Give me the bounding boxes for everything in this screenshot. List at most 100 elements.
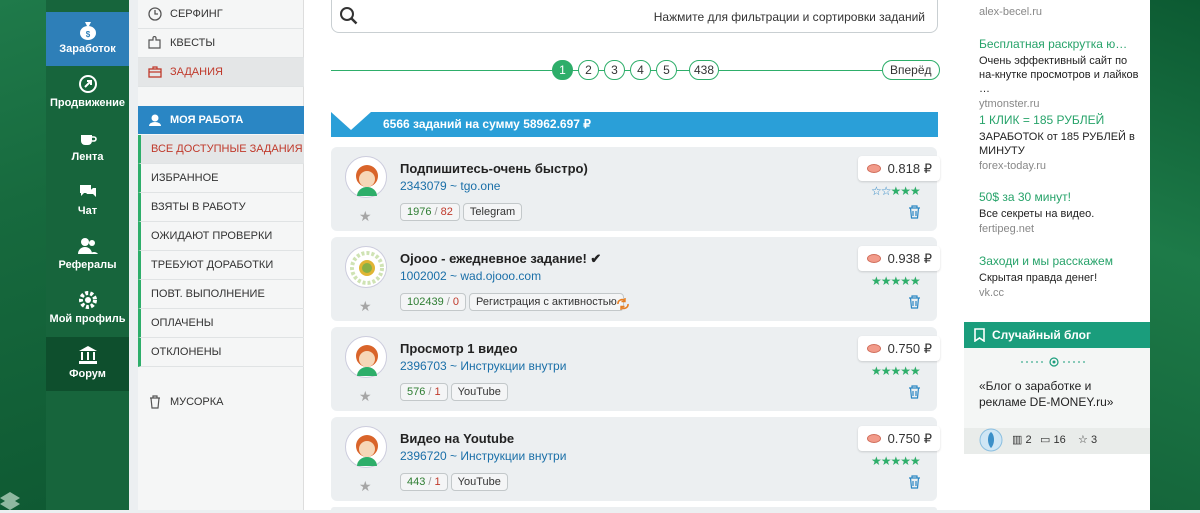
task-card[interactable]: ★ Просмотр 1 видео 2396703 ~ Инструкции … bbox=[331, 327, 940, 411]
task-card-partial bbox=[331, 507, 937, 513]
random-blog-card[interactable]: «Блог о заработке и рекламе DE-MONEY.ru» bbox=[964, 348, 1150, 428]
ad-block[interactable]: alex-becel.ru bbox=[979, 4, 1144, 18]
chat-icon bbox=[79, 185, 96, 197]
task-category: YouTube bbox=[450, 473, 508, 491]
ad-block[interactable]: 50$ за 30 минут! Все секреты на видео. f… bbox=[979, 190, 1144, 235]
menu-surfing[interactable]: СЕРФИНГ bbox=[138, 0, 304, 29]
daisy-avatar-icon bbox=[350, 251, 384, 285]
repeat-icon bbox=[617, 298, 629, 310]
my-work-header[interactable]: МОЯ РАБОТА bbox=[138, 106, 304, 134]
ad-url[interactable]: alex-becel.ru bbox=[979, 6, 1144, 18]
task-price: 0.938 ₽ bbox=[858, 246, 940, 271]
task-card[interactable]: ★ Видео на Youtube 2396720 ~ Инструкции … bbox=[331, 417, 940, 501]
hide-task-trash-icon[interactable] bbox=[908, 385, 921, 399]
random-blog-text[interactable]: «Блог о заработке и рекламе DE-MONEY.ru» bbox=[979, 378, 1139, 410]
page-5[interactable]: 5 bbox=[656, 60, 677, 80]
redhead-avatar-icon bbox=[356, 345, 378, 376]
task-card[interactable]: ★ Ojooo - ежедневное задание! ✔ 1002002 … bbox=[331, 237, 940, 321]
nav-feed[interactable]: Лента bbox=[46, 120, 129, 174]
filter-search-text: Нажмите для фильтрации и сортировки зада… bbox=[653, 10, 925, 24]
task-id-site[interactable]: 2396703 ~ Инструкции внутри bbox=[400, 359, 566, 373]
ad-title[interactable]: 1 КЛИК = 185 РУБЛЕЙ bbox=[979, 113, 1144, 127]
menu-needs-rework[interactable]: ТРЕБУЮТ ДОРАБОТКИ bbox=[138, 251, 304, 280]
ad-description: ЗАРАБОТОК от 185 РУБЛЕЙ в МИНУТУ bbox=[979, 131, 1135, 157]
ad-block[interactable]: Бесплатная раскрутка ю… Очень эффективны… bbox=[979, 37, 1144, 110]
menu-quests[interactable]: КВЕСТЫ bbox=[138, 29, 304, 58]
task-title[interactable]: Подпишитесь-очень быстро) bbox=[400, 161, 588, 176]
nav-profile[interactable]: Мой профиль bbox=[46, 282, 129, 336]
blog-comments-count: 16 bbox=[1053, 434, 1066, 446]
blog-comments: ▭ 16 bbox=[1040, 433, 1066, 447]
tasks-summary-banner: 6566 заданий на сумму 58962.697 ₽ bbox=[331, 112, 938, 137]
redhead-avatar-icon bbox=[356, 435, 378, 466]
task-title[interactable]: Ojooo - ежедневное задание! ✔ bbox=[400, 251, 601, 267]
favorite-star-icon[interactable]: ★ bbox=[359, 208, 372, 225]
star-outline-icon: ☆ bbox=[1078, 434, 1088, 446]
coffee-icon bbox=[80, 135, 97, 145]
page-4[interactable]: 4 bbox=[630, 60, 651, 80]
ad-url[interactable]: vk.cc bbox=[979, 287, 1144, 299]
hide-task-trash-icon[interactable] bbox=[908, 295, 921, 309]
ornament-icon bbox=[1021, 357, 1087, 367]
favorite-star-icon[interactable]: ★ bbox=[359, 388, 372, 405]
nav-earnings[interactable]: $ Заработок bbox=[46, 12, 129, 66]
next-page-button[interactable]: Вперёд bbox=[882, 60, 940, 80]
ad-title[interactable]: 50$ за 30 минут! bbox=[979, 190, 1144, 204]
menu-favorites[interactable]: ИЗБРАННОЕ bbox=[138, 164, 304, 193]
ad-title[interactable]: Заходи и мы расскажем bbox=[979, 254, 1144, 268]
menu-paid[interactable]: ОПЛАЧЕНЫ bbox=[138, 309, 304, 338]
rejected-count: 1 bbox=[434, 386, 441, 398]
redhead-avatar-icon bbox=[356, 165, 378, 196]
page-2[interactable]: 2 bbox=[578, 60, 599, 80]
menu-in-progress[interactable]: ВЗЯТЫ В РАБОТУ bbox=[138, 193, 304, 222]
task-card[interactable]: ★ Подпишитесь-очень быстро) 2343079 ~ tg… bbox=[331, 147, 940, 231]
search-icon bbox=[340, 7, 358, 25]
ad-block[interactable]: Заходи и мы расскажем Скрытая правда ден… bbox=[979, 254, 1144, 299]
menu-all-available[interactable]: ВСЕ ДОСТУПНЫЕ ЗАДАНИЯ bbox=[138, 135, 304, 164]
page-last[interactable]: 438 bbox=[689, 60, 720, 80]
task-price-value: 0.938 ₽ bbox=[887, 251, 932, 266]
puzzle-icon bbox=[148, 36, 161, 49]
task-id-site[interactable]: 2396720 ~ Инструкции внутри bbox=[400, 449, 566, 463]
menu-repeat-label: ПОВТ. ВЫПОЛНЕНИЕ bbox=[151, 288, 265, 300]
blog-stars: ☆ 3 bbox=[1078, 433, 1097, 447]
favorite-star-icon[interactable]: ★ bbox=[359, 298, 372, 315]
nav-chat[interactable]: Чат bbox=[46, 174, 129, 228]
menu-rejected[interactable]: ОТКЛОНЕНЫ bbox=[138, 338, 304, 367]
task-rating: ★★★★★ bbox=[871, 274, 921, 288]
nav-forum[interactable]: Форум bbox=[46, 337, 129, 391]
menu-awaiting-review[interactable]: ОЖИДАЮТ ПРОВЕРКИ bbox=[138, 222, 304, 251]
nav-earnings-label: Заработок bbox=[59, 43, 116, 55]
menu-tasks[interactable]: ЗАДАНИЯ bbox=[138, 58, 304, 87]
task-avatar bbox=[345, 246, 387, 288]
ad-url[interactable]: fertipeg.net bbox=[979, 223, 1144, 235]
hide-task-trash-icon[interactable] bbox=[908, 475, 921, 489]
menu-trash[interactable]: МУСОРКА bbox=[138, 388, 304, 417]
ad-url[interactable]: forex-today.ru bbox=[979, 160, 1144, 172]
task-id-site[interactable]: 1002002 ~ wad.ojooo.com bbox=[400, 269, 541, 283]
menu-repeat[interactable]: ПОВТ. ВЫПОЛНЕНИЕ bbox=[138, 280, 304, 309]
page-3[interactable]: 3 bbox=[604, 60, 625, 80]
left-background bbox=[0, 0, 46, 510]
random-blog-title: Случайный блог bbox=[992, 328, 1091, 342]
users-icon bbox=[77, 238, 98, 254]
ad-title[interactable]: Бесплатная раскрутка ю… bbox=[979, 37, 1144, 51]
task-title[interactable]: Видео на Youtube bbox=[400, 431, 514, 446]
task-id-site[interactable]: 2343079 ~ tgo.one bbox=[400, 179, 500, 193]
summary-prefix: 6566 заданий на сумму bbox=[383, 117, 520, 131]
task-tags: 1976 / 82 Telegram bbox=[400, 203, 525, 221]
hide-task-trash-icon[interactable] bbox=[908, 205, 921, 219]
blog-author-avatar[interactable] bbox=[979, 428, 1003, 452]
ad-block[interactable]: 1 КЛИК = 185 РУБЛЕЙ ЗАРАБОТОК от 185 РУБ… bbox=[979, 113, 1144, 172]
coin-icon bbox=[867, 434, 881, 443]
ad-url[interactable]: ytmonster.ru bbox=[979, 98, 1144, 110]
rejected-count: 0 bbox=[452, 296, 460, 308]
task-price-value: 0.750 ₽ bbox=[887, 431, 932, 446]
nav-referrals[interactable]: Рефералы bbox=[46, 228, 129, 282]
task-title[interactable]: Просмотр 1 видео bbox=[400, 341, 518, 356]
nav-promotion[interactable]: Продвижение bbox=[46, 66, 129, 120]
favorite-star-icon[interactable]: ★ bbox=[359, 478, 372, 495]
page-1[interactable]: 1 bbox=[552, 60, 573, 80]
filter-search-bar[interactable]: Нажмите для фильтрации и сортировки зада… bbox=[331, 0, 938, 33]
ad-description: Очень эффективный сайт по на-кнутке прос… bbox=[979, 55, 1139, 95]
